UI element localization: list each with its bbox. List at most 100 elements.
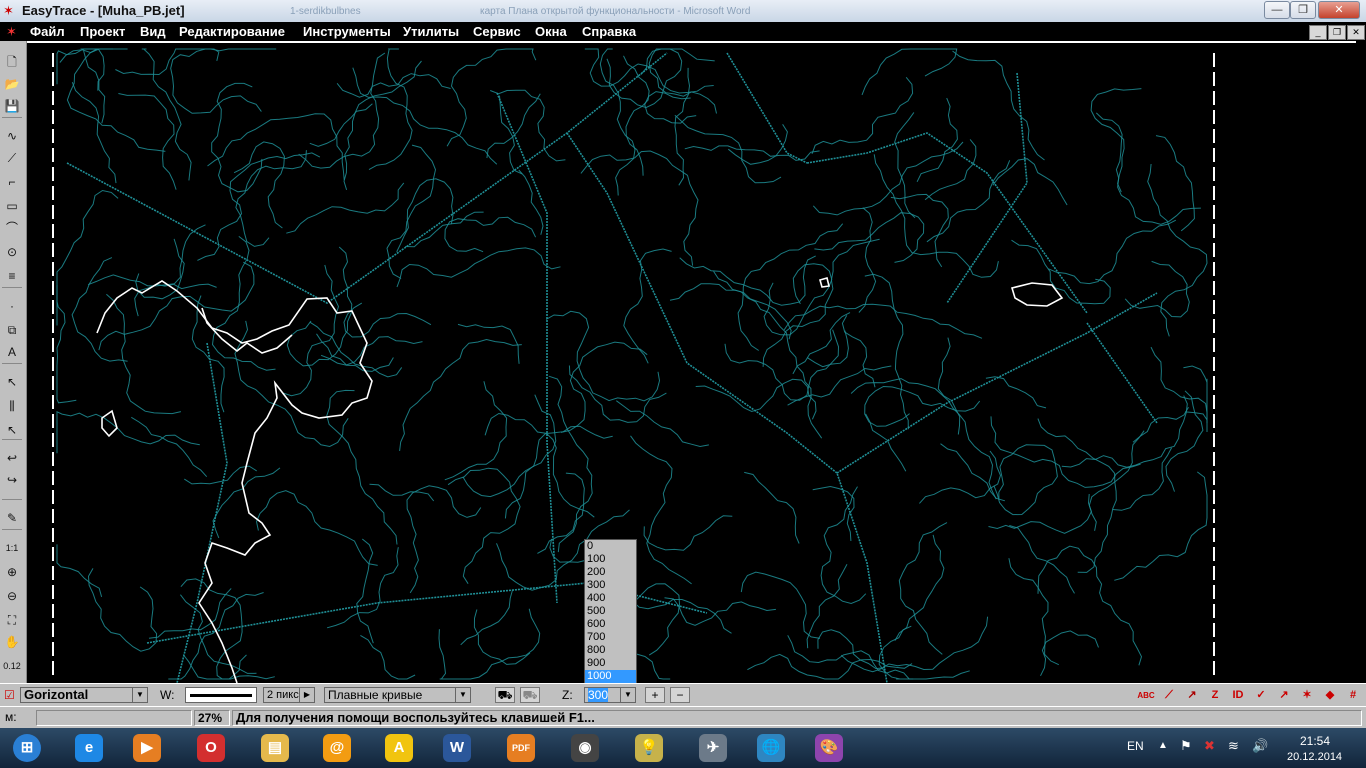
zoom-in-icon[interactable]: ⊕ (3, 563, 21, 581)
opera-icon[interactable]: O (186, 730, 236, 766)
zoom-out-icon[interactable]: ⊖ (3, 587, 21, 605)
file-explorer-icon[interactable]: ▤ (250, 730, 300, 766)
mail-agent-icon[interactable]: @ (312, 730, 362, 766)
contour-line (616, 400, 709, 448)
z-option[interactable]: 0 (585, 540, 636, 553)
start-button[interactable]: ⊞ (2, 730, 52, 766)
undo-arrow-icon[interactable]: ↩ (3, 449, 21, 467)
paper-plane-app-icon[interactable]: ✈ (688, 730, 738, 766)
menu-utilities[interactable]: Утилиты (403, 24, 459, 39)
pan-hand-icon[interactable]: ✋ (3, 633, 21, 651)
line-width-select[interactable]: 2 пикс ▶ (263, 687, 315, 703)
id-icon[interactable]: ID (1229, 687, 1247, 704)
coordinates-icon[interactable]: 0.12 (3, 657, 21, 675)
maximize-button[interactable]: ❐ (1290, 1, 1316, 19)
menu-project[interactable]: Проект (80, 24, 125, 39)
measure-line-icon[interactable]: ⟋ (1160, 687, 1178, 704)
hatch-tool-icon[interactable]: ≡ (3, 267, 21, 285)
z-value-icon[interactable]: Z (1206, 687, 1224, 704)
z-option[interactable]: 100 (585, 553, 636, 566)
z-option[interactable]: 400 (585, 592, 636, 605)
pdf-icon[interactable]: PDF (496, 730, 546, 766)
z-option[interactable]: 1000 (585, 670, 636, 683)
pencil-icon[interactable]: ✎ (3, 509, 21, 527)
contour-line (783, 303, 983, 339)
zoom-1-1-icon[interactable]: 1:1 (3, 539, 21, 557)
windows-taskbar: ⊞ e ▶ O ▤ @ A W PDF ◉ 💡 ✈ 🌐 🎨 EN ▲ ⚑ ✖ ≋ 🔊 21:54 20.1… (0, 728, 1366, 768)
autocad-icon[interactable]: A (374, 730, 424, 766)
menu-tools[interactable]: Инструменты (303, 24, 391, 39)
contour-line (1088, 430, 1145, 531)
menu-file[interactable]: Файл (30, 24, 65, 39)
text-abc-icon[interactable]: ABC (1137, 687, 1155, 704)
map-canvas[interactable] (27, 41, 1366, 685)
menu-edit[interactable]: Редактирование (179, 24, 285, 39)
text-tool-icon[interactable]: A (3, 343, 21, 361)
menu-help[interactable]: Справка (582, 24, 636, 39)
network-icon[interactable]: ≋ (1228, 738, 1239, 754)
step-line-tool-icon[interactable]: ⌐ (3, 173, 21, 191)
camera-app-icon[interactable]: ◉ (560, 730, 610, 766)
grid-icon[interactable]: # (1344, 687, 1362, 704)
z-option[interactable]: 600 (585, 618, 636, 631)
z-option[interactable]: 500 (585, 605, 636, 618)
z-option[interactable]: 800 (585, 644, 636, 657)
multi-select-icon[interactable]: ⫼ (3, 397, 21, 415)
menu-windows[interactable]: Окна (535, 24, 567, 39)
vector-icon[interactable]: ↗ (1275, 687, 1293, 704)
fill-icon[interactable]: ◆ (1321, 687, 1339, 704)
check-icon[interactable]: ✓ (1252, 687, 1270, 704)
object-tool-icon[interactable]: ⧉ (3, 321, 21, 339)
bulb-app-icon[interactable]: 💡 (624, 730, 674, 766)
layer-select[interactable]: Gorizontal ▼ (20, 687, 148, 703)
rectangle-tool-icon[interactable]: ▭ (3, 197, 21, 215)
redo-arrow-icon[interactable]: ↪ (3, 471, 21, 489)
vehicle-disabled-icon[interactable]: ⛟ (520, 687, 540, 703)
z-option[interactable]: 300 (585, 579, 636, 592)
node-icon[interactable]: ✶ (1298, 687, 1316, 704)
point-tool-icon[interactable]: · (3, 297, 21, 315)
tray-app-icon[interactable]: ✖ (1204, 738, 1215, 754)
curve-tool-icon[interactable]: ∿ (3, 127, 21, 145)
mdi-close-button[interactable]: ✕ (1347, 25, 1365, 40)
close-button[interactable]: ✕ (1318, 1, 1360, 19)
mdi-minimize-button[interactable]: _ (1309, 25, 1327, 40)
z-increase-button[interactable]: + (645, 687, 665, 703)
z-decrease-button[interactable]: − (670, 687, 690, 703)
media-player-icon[interactable]: ▶ (122, 730, 172, 766)
new-file-icon[interactable]: 🗋 (3, 53, 21, 71)
clock-time[interactable]: 21:54 (1300, 734, 1330, 748)
select-node-icon[interactable]: ↖ (3, 421, 21, 439)
select-arrow-icon[interactable]: ↖ (3, 373, 21, 391)
word-icon[interactable]: W (432, 730, 482, 766)
circle-tool-icon[interactable]: ⊙ (3, 243, 21, 261)
menu-view[interactable]: Вид (140, 24, 166, 39)
z-option[interactable]: 200 (585, 566, 636, 579)
polyline-tool-icon[interactable]: ⟋ (3, 149, 21, 167)
z-option[interactable]: 700 (585, 631, 636, 644)
minimize-button[interactable]: — (1264, 1, 1290, 19)
volume-icon[interactable]: 🔊 (1252, 738, 1268, 754)
open-folder-icon[interactable]: 📂 (3, 75, 21, 93)
line-width-preview[interactable] (185, 687, 257, 703)
internet-explorer-icon[interactable]: e (64, 730, 114, 766)
zoom-extent-icon[interactable]: ⛶ (3, 611, 21, 629)
z-value-dropdown-list[interactable]: 0 100 200 300 400 500 600 700 800 900 1000 (584, 539, 637, 684)
arrow-tool-icon[interactable]: ↗ (1183, 687, 1201, 704)
menu-service[interactable]: Сервис (473, 24, 521, 39)
curve-mode-select[interactable]: Плавные кривые ▼ (324, 687, 471, 703)
right-scroll-strip[interactable] (1356, 41, 1366, 683)
language-indicator[interactable]: EN (1127, 739, 1144, 753)
save-icon[interactable]: 💾 (3, 97, 21, 115)
vehicle-icon[interactable]: ⛟ (495, 687, 515, 703)
layer-checkbox-icon[interactable]: ☑ (4, 687, 18, 703)
paint-palette-icon[interactable]: 🎨 (804, 730, 854, 766)
clock-date[interactable]: 20.12.2014 (1287, 751, 1342, 763)
action-center-flag-icon[interactable]: ⚑ (1180, 738, 1192, 754)
globe-app-icon[interactable]: 🌐 (746, 730, 796, 766)
show-hidden-icons-icon[interactable]: ▲ (1158, 740, 1168, 751)
arc-tool-icon[interactable]: ⌒ (3, 219, 21, 237)
z-value-select[interactable]: 300 ▼ (584, 687, 636, 703)
z-option[interactable]: 900 (585, 657, 636, 670)
mdi-restore-button[interactable]: ❐ (1328, 25, 1346, 40)
